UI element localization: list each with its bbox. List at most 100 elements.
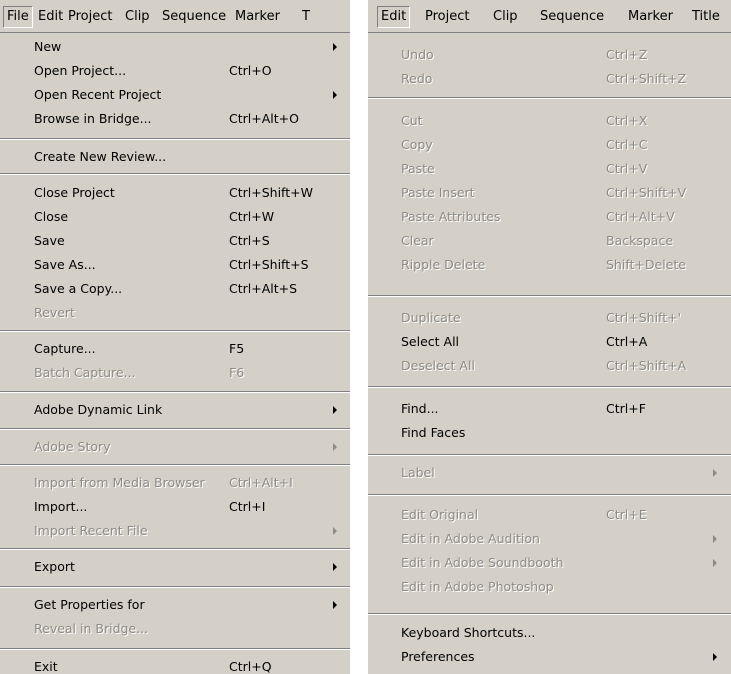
menubar-project[interactable]: Project xyxy=(68,8,112,26)
menu-item-deselect-all: Deselect All Ctrl+Shift+A xyxy=(368,354,731,378)
menu-item-ripple-delete: Ripple Delete Shift+Delete xyxy=(368,253,731,277)
menubar-marker[interactable]: Marker xyxy=(628,8,673,26)
menu-item-shortcut: Ctrl+Shift+W xyxy=(229,185,313,200)
menu-item-label: Import Recent File xyxy=(34,523,148,538)
menubar-marker[interactable]: Marker xyxy=(235,8,280,26)
menu-item-label: Label xyxy=(368,461,731,485)
menu-item-label: Paste Attributes xyxy=(401,209,501,224)
menu-item-label: Edit in Adobe Soundbooth xyxy=(401,555,564,570)
file-menu-panel: File Edit Project Clip Sequence Marker T… xyxy=(0,0,350,674)
edit-menu-panel: Edit Project Clip Sequence Marker Title … xyxy=(368,0,731,674)
menubar-edit[interactable]: Edit xyxy=(38,8,63,26)
menu-item-label: Capture... xyxy=(34,341,96,356)
menu-item-browse-in-bridge[interactable]: Browse in Bridge... Ctrl+Alt+O xyxy=(0,107,350,131)
submenu-arrow-icon xyxy=(333,406,337,414)
menu-item-label: Edit in Adobe Audition xyxy=(401,531,540,546)
submenu-arrow-icon xyxy=(713,559,717,567)
menu-item-shortcut: Ctrl+Z xyxy=(606,47,648,62)
menu-separator xyxy=(368,613,731,615)
menu-item-open-recent-project[interactable]: Open Recent Project xyxy=(0,83,350,107)
menu-item-shortcut: F5 xyxy=(229,341,245,356)
menu-item-create-new-review[interactable]: Create New Review... xyxy=(0,145,350,169)
menu-item-close-project[interactable]: Close Project Ctrl+Shift+W xyxy=(0,181,350,205)
menu-item-label: Undo xyxy=(401,47,434,62)
menu-separator xyxy=(0,648,350,650)
menu-separator xyxy=(0,173,350,175)
menu-item-find-faces[interactable]: Find Faces xyxy=(368,421,731,445)
submenu-arrow-icon xyxy=(333,601,337,609)
menu-item-shortcut: Ctrl+O xyxy=(229,63,272,78)
menubar-file[interactable]: File xyxy=(3,6,33,28)
menu-item-label: Edit in Adobe Photoshop xyxy=(401,579,554,594)
menu-item-paste-attributes: Paste Attributes Ctrl+Alt+V xyxy=(368,205,731,229)
menu-item-shortcut: Ctrl+X xyxy=(606,113,648,128)
menu-bar: Edit Project Clip Sequence Marker Title xyxy=(368,0,731,33)
menu-item-undo: Undo Ctrl+Z xyxy=(368,43,731,67)
submenu-arrow-icon xyxy=(333,43,337,51)
menu-item-shortcut: Shift+Delete xyxy=(606,257,686,272)
file-menu: New Open Project... Ctrl+O Open Recent Proj… xyxy=(0,33,350,674)
menu-item-label: Keyboard Shortcuts... xyxy=(401,625,536,640)
menubar-title[interactable]: Title xyxy=(692,8,720,26)
menu-item-shortcut: Ctrl+Shift+S xyxy=(229,257,309,272)
menu-item-export[interactable]: Export xyxy=(0,555,350,579)
menu-item-capture[interactable]: Capture... F5 xyxy=(0,337,350,361)
menu-separator xyxy=(368,295,731,297)
menubar-sequence[interactable]: Sequence xyxy=(540,8,604,26)
menubar-project[interactable]: Project xyxy=(425,8,469,26)
menu-item-edit-in-adobe-audition: Edit in Adobe Audition xyxy=(368,527,731,551)
menu-item-clear: Clear Backspace xyxy=(368,229,731,253)
menu-item-shortcut: F6 xyxy=(229,365,245,380)
menu-item-shortcut: Ctrl+Alt+O xyxy=(229,111,299,126)
edit-menu: Undo Ctrl+Z Redo Ctrl+Shift+Z Cut Ctrl+X Copy C… xyxy=(368,33,731,674)
menu-item-label: Copy xyxy=(401,137,433,152)
menu-item-close[interactable]: Close Ctrl+W xyxy=(0,205,350,229)
menu-item-label: Paste Insert xyxy=(401,185,475,200)
menu-item-adobe-dynamic-link[interactable]: Adobe Dynamic Link xyxy=(0,398,350,422)
menu-item-label: Revert xyxy=(34,305,75,320)
menu-item-label: Redo xyxy=(401,71,433,86)
menu-separator xyxy=(368,97,731,99)
menu-item-exit[interactable]: Exit Ctrl+Q xyxy=(0,655,350,674)
menu-item-get-properties-for[interactable]: Get Properties for xyxy=(0,593,350,617)
menu-item-import-recent-file: Import Recent File xyxy=(0,519,350,543)
menubar-sequence[interactable]: Sequence xyxy=(162,8,226,26)
menu-item-cut: Cut Ctrl+X xyxy=(368,109,731,133)
menu-item-label: Label xyxy=(401,465,435,480)
menu-item-open-project[interactable]: Open Project... Ctrl+O xyxy=(0,59,350,83)
menu-item-edit-in-adobe-photoshop: Edit in Adobe Photoshop xyxy=(368,575,731,599)
menu-item-reveal-in-bridge: Reveal in Bridge... xyxy=(0,617,350,641)
menu-item-label: Clear xyxy=(401,233,434,248)
menubar-clip[interactable]: Clip xyxy=(493,8,518,26)
menu-item-shortcut: Ctrl+Alt+I xyxy=(229,475,293,490)
menu-item-label: Close Project xyxy=(34,185,115,200)
menu-separator xyxy=(0,138,350,140)
menu-item-shortcut: Ctrl+Shift+Z xyxy=(606,71,687,86)
menubar-clip[interactable]: Clip xyxy=(125,8,150,26)
menu-item-save-a-copy[interactable]: Save a Copy... Ctrl+Alt+S xyxy=(0,277,350,301)
menubar-edit[interactable]: Edit xyxy=(377,6,411,28)
menu-item-shortcut: Ctrl+Shift+A xyxy=(606,358,687,373)
menu-item-label: Preferences xyxy=(401,649,475,664)
menu-item-shortcut: Ctrl+A xyxy=(606,334,648,349)
menu-separator xyxy=(0,548,350,550)
menu-item-preferences[interactable]: Preferences xyxy=(368,645,731,669)
menu-item-label: New xyxy=(34,39,62,54)
menu-item-save[interactable]: Save Ctrl+S xyxy=(0,229,350,253)
menu-item-select-all[interactable]: Select All Ctrl+A xyxy=(368,330,731,354)
menu-item-shortcut: Ctrl+Alt+V xyxy=(606,209,675,224)
menu-item-copy: Copy Ctrl+C xyxy=(368,133,731,157)
menu-item-redo: Redo Ctrl+Shift+Z xyxy=(368,67,731,91)
menu-item-label: Deselect All xyxy=(401,358,475,373)
menu-item-save-as[interactable]: Save As... Ctrl+Shift+S xyxy=(0,253,350,277)
menu-item-label: Find Faces xyxy=(401,425,466,440)
menu-item-new[interactable]: New xyxy=(0,35,350,59)
menu-item-shortcut: Ctrl+Shift+' xyxy=(606,310,682,325)
menubar-title-clipped[interactable]: T xyxy=(302,8,310,26)
menu-item-label: Adobe Dynamic Link xyxy=(34,402,163,417)
menu-item-keyboard-shortcuts[interactable]: Keyboard Shortcuts... xyxy=(368,621,731,645)
menu-item-find[interactable]: Find... Ctrl+F xyxy=(368,397,731,421)
menu-item-label: Adobe Story xyxy=(34,439,111,454)
menu-item-import[interactable]: Import... Ctrl+I xyxy=(0,495,350,519)
menu-item-label: Save xyxy=(34,233,65,248)
